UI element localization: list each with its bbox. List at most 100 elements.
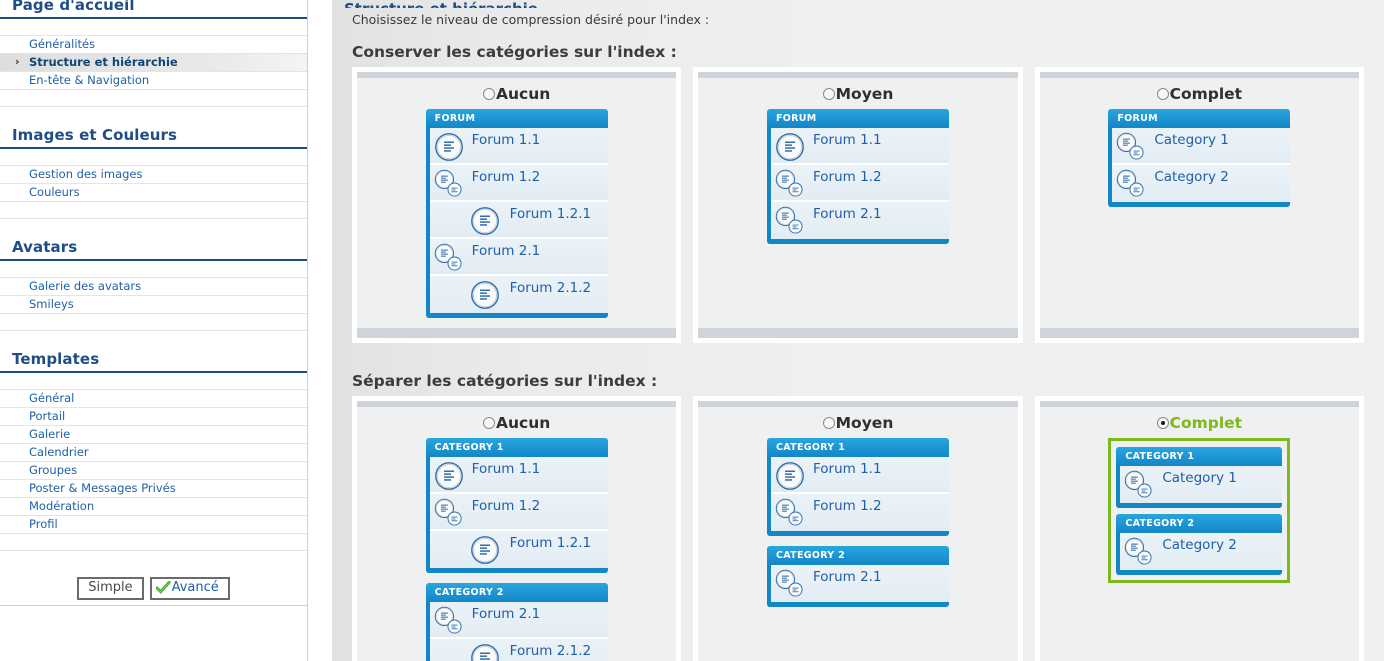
forum-row[interactable]: Forum 2.1.2 [429,276,608,313]
forum-row[interactable]: Forum 1.2 [429,165,608,202]
block-header: CATEGORY 2 [1116,514,1283,533]
forum-row[interactable]: Forum 2.1 [429,239,608,276]
option-card-complet[interactable]: Complet CATEGORY 1 Category 1 CATEGORY 2 [1034,396,1364,661]
forum-subforum-icon [775,206,805,236]
simple-mode-button[interactable]: Simple [77,577,144,600]
forum-block: FORUM Category 1 Category 2 [1108,109,1291,207]
forum-row-label: Category 1 [1154,132,1229,148]
sidebar-item-gestion-des-images[interactable]: Gestion des images [0,166,307,184]
option-card-inner: Aucun FORUM Forum 1.1 Forum 1.2 Forum 1.… [357,78,677,328]
main-content: Structure et hiérarchie Choisissez le ni… [332,0,1384,661]
forum-row[interactable]: Category 1 [1120,466,1283,503]
option-card-moyen[interactable]: Moyen FORUM Forum 1.1 Forum 1.2 Forum 2.… [693,67,1023,343]
sidebar-item-en-t-te-navigation[interactable]: En-tête & Navigation [0,72,307,90]
radio-option-moyen[interactable]: Moyen [698,85,1017,103]
block-header: FORUM [425,109,608,128]
sidebar-item-mod-ration[interactable]: Modération [0,498,307,516]
block-rows: Category 1 Category 2 [1108,128,1291,207]
block-header: CATEGORY 1 [425,438,608,457]
radio-button[interactable] [483,417,496,429]
sidebar-item-galerie-des-avatars[interactable]: Galerie des avatars [0,278,307,296]
sidebar-item-smileys[interactable]: Smileys [0,296,307,314]
sidebar-spacer [0,314,307,331]
sidebar-item-g-n-ralit-s[interactable]: Généralités [0,36,307,54]
sidebar-item-label: Portail [29,409,66,423]
forum-preview: CATEGORY 1 Forum 1.1 [425,438,608,661]
forum-row-label: Forum 2.1 [471,243,541,259]
sidebar-item-portail[interactable]: Portail [0,408,307,426]
radio-button[interactable] [822,88,835,100]
forum-row[interactable]: Forum 2.1 [770,202,949,239]
sidebar-group: Images et Couleurs Gestion des images Coul… [0,124,307,236]
forum-row[interactable]: Forum 1.2.1 [429,202,608,239]
sidebar-mode-buttons: Simple Avancé [0,551,307,605]
radio-option-complet[interactable]: Complet [1040,85,1359,103]
forum-icon [434,461,464,491]
keep-option-cards: Aucun FORUM Forum 1.1 Forum 1.2 Forum 1.… [340,67,1376,343]
forum-row[interactable]: Forum 1.2 [770,494,949,531]
sidebar-item-calendrier[interactable]: Calendrier [0,444,307,462]
forum-row[interactable]: Forum 1.1 [770,457,949,494]
forum-row[interactable]: Forum 1.2 [770,165,949,202]
option-card-moyen[interactable]: Moyen CATEGORY 1 Forum 1.1 Forum 1.2 CAT… [693,396,1023,661]
forum-row-label: Forum 2.1.2 [509,280,592,296]
forum-row-label: Forum 2.1 [471,606,541,622]
forum-row-label: Forum 1.1 [471,132,541,148]
option-card-aucun[interactable]: Aucun CATEGORY 1 Forum 1.1 Forum 1.2 For… [352,396,682,661]
forum-row[interactable]: Category 2 [1112,165,1291,202]
sidebar-spacer [0,261,307,278]
sidebar-item-g-n-ral[interactable]: Général [0,390,307,408]
sidebar-item-poster-messages-priv-s[interactable]: Poster & Messages Privés [0,480,307,498]
forum-row[interactable]: Forum 1.1 [770,128,949,165]
page-title: Structure et hiérarchie [340,0,1376,8]
radio-button[interactable] [1156,88,1169,100]
forum-row[interactable]: Forum 1.2.1 [429,531,608,568]
forum-row[interactable]: Forum 2.1 [770,565,949,602]
forum-icon [775,132,805,162]
forum-row[interactable]: Category 1 [1112,128,1291,165]
forum-subforum-icon [1124,470,1154,500]
radio-option-moyen[interactable]: Moyen [698,414,1017,432]
sidebar-group-title-2: Avatars [0,236,307,261]
forum-row[interactable]: Forum 1.1 [429,128,608,165]
forum-row[interactable]: Forum 1.1 [429,457,608,494]
sidebar-item-label: Galerie [29,427,71,441]
forum-icon [470,280,500,310]
intro-text: Choisissez le niveau de compression dési… [352,12,710,27]
advanced-mode-button[interactable]: Avancé [149,577,230,600]
forum-row-label: Forum 1.2 [812,498,882,514]
option-card-aucun[interactable]: Aucun FORUM Forum 1.1 Forum 1.2 Forum 1.… [352,67,682,343]
sidebar-item-label: En-tête & Navigation [29,73,150,87]
forum-row[interactable]: Forum 2.1.2 [429,639,608,661]
forum-row[interactable]: Forum 1.2 [429,494,608,531]
forum-row[interactable]: Forum 2.1 [429,602,608,639]
forum-row-label: Forum 1.2 [471,169,541,185]
radio-option-complet[interactable]: Complet [1040,414,1359,432]
sidebar-spacer [0,19,307,36]
sidebar-item-couleurs[interactable]: Couleurs [0,184,307,202]
option-card-inner: Moyen CATEGORY 1 Forum 1.1 Forum 1.2 CAT… [698,407,1018,661]
forum-row-label: Forum 2.1.2 [509,643,592,659]
sidebar-item-galerie[interactable]: Galerie [0,426,307,444]
forum-row-label: Forum 2.1 [812,206,882,222]
radio-option-aucun[interactable]: Aucun [357,85,676,103]
forum-block: FORUM Forum 1.1 [766,109,949,244]
forum-row-label: Forum 1.1 [471,461,541,477]
sidebar-item-label: Général [29,391,75,405]
radio-button[interactable] [1156,417,1169,429]
radio-option-aucun[interactable]: Aucun [357,414,676,432]
sidebar-item-groupes[interactable]: Groupes [0,462,307,480]
sidebar-item-profil[interactable]: Profil [0,516,307,534]
forum-row[interactable]: Category 2 [1120,533,1283,570]
sidebar-group: Templates Général Portail Galerie Calendrier… [0,348,307,551]
sidebar-spacer [0,202,307,219]
radio-button[interactable] [483,88,496,100]
sidebar-item-structure-et-hi-rarchie[interactable]: › Structure et hiérarchie [0,54,307,72]
radio-button[interactable] [822,417,835,429]
option-card-complet[interactable]: Complet FORUM Category 1 Category 2 [1034,67,1364,343]
forum-subforum-icon [1124,537,1154,567]
section-title-keep: Conserver les catégories sur l'index : [352,43,677,61]
forum-preview: CATEGORY 1 Forum 1.1 [766,438,949,607]
option-card-inner: Moyen FORUM Forum 1.1 Forum 1.2 Forum 2.… [698,78,1018,328]
